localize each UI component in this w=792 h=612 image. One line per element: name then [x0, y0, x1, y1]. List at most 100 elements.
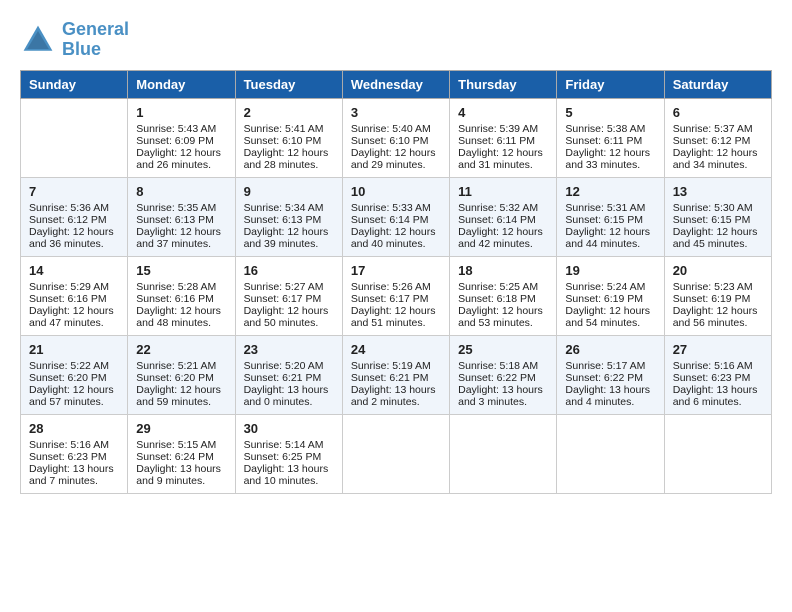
- sunset-text: Sunset: 6:25 PM: [244, 451, 334, 463]
- sunrise-text: Sunrise: 5:16 AM: [673, 360, 763, 372]
- weekday-header-row: SundayMondayTuesdayWednesdayThursdayFrid…: [21, 70, 772, 98]
- day-number: 25: [458, 342, 548, 357]
- calendar-week-row: 14Sunrise: 5:29 AMSunset: 6:16 PMDayligh…: [21, 256, 772, 335]
- day-number: 19: [565, 263, 655, 278]
- sunset-text: Sunset: 6:13 PM: [136, 214, 226, 226]
- calendar-day-cell: 26Sunrise: 5:17 AMSunset: 6:22 PMDayligh…: [557, 335, 664, 414]
- day-number: 1: [136, 105, 226, 120]
- sunset-text: Sunset: 6:09 PM: [136, 135, 226, 147]
- day-number: 20: [673, 263, 763, 278]
- sunset-text: Sunset: 6:24 PM: [136, 451, 226, 463]
- page-header: General Blue: [20, 20, 772, 60]
- sunrise-text: Sunrise: 5:20 AM: [244, 360, 334, 372]
- sunrise-text: Sunrise: 5:17 AM: [565, 360, 655, 372]
- daylight-text: Daylight: 13 hours and 9 minutes.: [136, 463, 226, 487]
- sunrise-text: Sunrise: 5:43 AM: [136, 123, 226, 135]
- weekday-header-saturday: Saturday: [664, 70, 771, 98]
- sunrise-text: Sunrise: 5:23 AM: [673, 281, 763, 293]
- calendar-day-cell: 13Sunrise: 5:30 AMSunset: 6:15 PMDayligh…: [664, 177, 771, 256]
- sunrise-text: Sunrise: 5:34 AM: [244, 202, 334, 214]
- weekday-header-wednesday: Wednesday: [342, 70, 449, 98]
- daylight-text: Daylight: 13 hours and 4 minutes.: [565, 384, 655, 408]
- daylight-text: Daylight: 12 hours and 34 minutes.: [673, 147, 763, 171]
- day-number: 12: [565, 184, 655, 199]
- calendar-day-cell: 18Sunrise: 5:25 AMSunset: 6:18 PMDayligh…: [450, 256, 557, 335]
- sunrise-text: Sunrise: 5:31 AM: [565, 202, 655, 214]
- logo: General Blue: [20, 20, 129, 60]
- calendar-day-cell: 12Sunrise: 5:31 AMSunset: 6:15 PMDayligh…: [557, 177, 664, 256]
- calendar-day-cell: 2Sunrise: 5:41 AMSunset: 6:10 PMDaylight…: [235, 98, 342, 177]
- logo-icon: [20, 22, 56, 58]
- day-number: 3: [351, 105, 441, 120]
- sunset-text: Sunset: 6:21 PM: [244, 372, 334, 384]
- calendar-week-row: 21Sunrise: 5:22 AMSunset: 6:20 PMDayligh…: [21, 335, 772, 414]
- sunrise-text: Sunrise: 5:19 AM: [351, 360, 441, 372]
- sunset-text: Sunset: 6:15 PM: [565, 214, 655, 226]
- daylight-text: Daylight: 12 hours and 57 minutes.: [29, 384, 119, 408]
- sunset-text: Sunset: 6:17 PM: [351, 293, 441, 305]
- sunrise-text: Sunrise: 5:36 AM: [29, 202, 119, 214]
- daylight-text: Daylight: 12 hours and 59 minutes.: [136, 384, 226, 408]
- empty-cell: [450, 414, 557, 493]
- empty-cell: [21, 98, 128, 177]
- day-number: 2: [244, 105, 334, 120]
- weekday-header-monday: Monday: [128, 70, 235, 98]
- calendar-day-cell: 22Sunrise: 5:21 AMSunset: 6:20 PMDayligh…: [128, 335, 235, 414]
- sunrise-text: Sunrise: 5:16 AM: [29, 439, 119, 451]
- day-number: 17: [351, 263, 441, 278]
- weekday-header-tuesday: Tuesday: [235, 70, 342, 98]
- calendar-week-row: 7Sunrise: 5:36 AMSunset: 6:12 PMDaylight…: [21, 177, 772, 256]
- calendar-day-cell: 27Sunrise: 5:16 AMSunset: 6:23 PMDayligh…: [664, 335, 771, 414]
- sunset-text: Sunset: 6:22 PM: [565, 372, 655, 384]
- sunrise-text: Sunrise: 5:18 AM: [458, 360, 548, 372]
- calendar-day-cell: 15Sunrise: 5:28 AMSunset: 6:16 PMDayligh…: [128, 256, 235, 335]
- calendar-day-cell: 19 Sunrise: 5:24 AMSunset: 6:19 PMDayligh…: [557, 256, 664, 335]
- calendar-day-cell: 7Sunrise: 5:36 AMSunset: 6:12 PMDaylight…: [21, 177, 128, 256]
- calendar-day-cell: 16Sunrise: 5:27 AMSunset: 6:17 PMDayligh…: [235, 256, 342, 335]
- day-number: 8: [136, 184, 226, 199]
- sunset-text: Sunset: 6:19 PM: [565, 293, 655, 305]
- sunset-text: Sunset: 6:16 PM: [136, 293, 226, 305]
- weekday-header-sunday: Sunday: [21, 70, 128, 98]
- sunset-text: Sunset: 6:23 PM: [29, 451, 119, 463]
- calendar-day-cell: 3Sunrise: 5:40 AMSunset: 6:10 PMDaylight…: [342, 98, 449, 177]
- day-number: 30: [244, 421, 334, 436]
- sunset-text: Sunset: 6:19 PM: [673, 293, 763, 305]
- empty-cell: [557, 414, 664, 493]
- sunrise-text: Sunrise: 5:41 AM: [244, 123, 334, 135]
- calendar-day-cell: 10Sunrise: 5:33 AMSunset: 6:14 PMDayligh…: [342, 177, 449, 256]
- calendar-day-cell: 5Sunrise: 5:38 AMSunset: 6:11 PMDaylight…: [557, 98, 664, 177]
- calendar-day-cell: 1 Sunrise: 5:43 AMSunset: 6:09 PMDaylight…: [128, 98, 235, 177]
- calendar-day-cell: 4Sunrise: 5:39 AMSunset: 6:11 PMDaylight…: [450, 98, 557, 177]
- daylight-text: Daylight: 13 hours and 7 minutes.: [29, 463, 119, 487]
- sunrise-text: Sunrise: 5:33 AM: [351, 202, 441, 214]
- weekday-header-thursday: Thursday: [450, 70, 557, 98]
- daylight-text: Daylight: 12 hours and 26 minutes.: [136, 147, 226, 171]
- sunset-text: Sunset: 6:13 PM: [244, 214, 334, 226]
- sunset-text: Sunset: 6:10 PM: [351, 135, 441, 147]
- day-number: 28: [29, 421, 119, 436]
- day-number: 23: [244, 342, 334, 357]
- calendar-day-cell: 6Sunrise: 5:37 AMSunset: 6:12 PMDaylight…: [664, 98, 771, 177]
- sunrise-text: Sunrise: 5:29 AM: [29, 281, 119, 293]
- daylight-text: Daylight: 12 hours and 54 minutes.: [565, 305, 655, 329]
- daylight-text: Daylight: 12 hours and 51 minutes.: [351, 305, 441, 329]
- daylight-text: Daylight: 12 hours and 48 minutes.: [136, 305, 226, 329]
- sunrise-text: Sunrise: 5:24 AM: [565, 281, 655, 293]
- sunrise-text: Sunrise: 5:39 AM: [458, 123, 548, 135]
- daylight-text: Daylight: 12 hours and 45 minutes.: [673, 226, 763, 250]
- day-number: 9: [244, 184, 334, 199]
- calendar-day-cell: 8Sunrise: 5:35 AMSunset: 6:13 PMDaylight…: [128, 177, 235, 256]
- sunrise-text: Sunrise: 5:26 AM: [351, 281, 441, 293]
- sunset-text: Sunset: 6:17 PM: [244, 293, 334, 305]
- calendar-week-row: 1Sunrise: 5:43 AMSunset: 6:09 PMDaylight…: [21, 98, 772, 177]
- sunset-text: Sunset: 6:15 PM: [673, 214, 763, 226]
- sunset-text: Sunset: 6:23 PM: [673, 372, 763, 384]
- daylight-text: Daylight: 12 hours and 33 minutes.: [565, 147, 655, 171]
- calendar-day-cell: 29Sunrise: 5:15 AMSunset: 6:24 PMDayligh…: [128, 414, 235, 493]
- weekday-header-friday: Friday: [557, 70, 664, 98]
- sunset-text: Sunset: 6:11 PM: [458, 135, 548, 147]
- daylight-text: Daylight: 12 hours and 53 minutes.: [458, 305, 548, 329]
- sunset-text: Sunset: 6:16 PM: [29, 293, 119, 305]
- daylight-text: Daylight: 13 hours and 10 minutes.: [244, 463, 334, 487]
